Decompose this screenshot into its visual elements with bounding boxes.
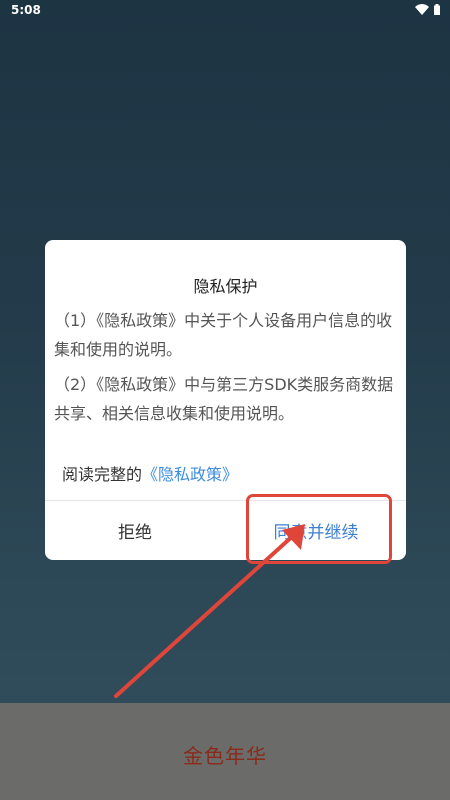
read-full-policy-line: 阅读完整的《隐私政策》 (62, 464, 238, 486)
dialog-title: 隐私保护 (193, 277, 258, 296)
status-icons (415, 4, 440, 15)
privacy-policy-link[interactable]: 《隐私政策》 (142, 465, 238, 484)
dialog-body: （1）《隐私政策》中关于个人设备用户信息的收集和使用的说明。 （2）《隐私政策》… (54, 306, 397, 434)
wifi-icon (415, 4, 429, 15)
status-time: 5:08 (11, 3, 41, 17)
status-bar: 5:08 (0, 0, 450, 22)
battery-icon (434, 4, 440, 15)
read-prefix: 阅读完整的 (62, 465, 143, 484)
reject-button[interactable]: 拒绝 (45, 501, 225, 560)
bottom-bar: 金色年华 (0, 703, 450, 800)
app-title: 金色年华 (183, 744, 267, 768)
annotation-highlight-box (246, 494, 392, 564)
dialog-paragraph-2: （2）《隐私政策》中与第三方SDK类服务商数据共享、相关信息收集和使用说明。 (54, 375, 394, 423)
dialog-paragraph-1: （1）《隐私政策》中关于个人设备用户信息的收集和使用的说明。 (54, 311, 393, 359)
